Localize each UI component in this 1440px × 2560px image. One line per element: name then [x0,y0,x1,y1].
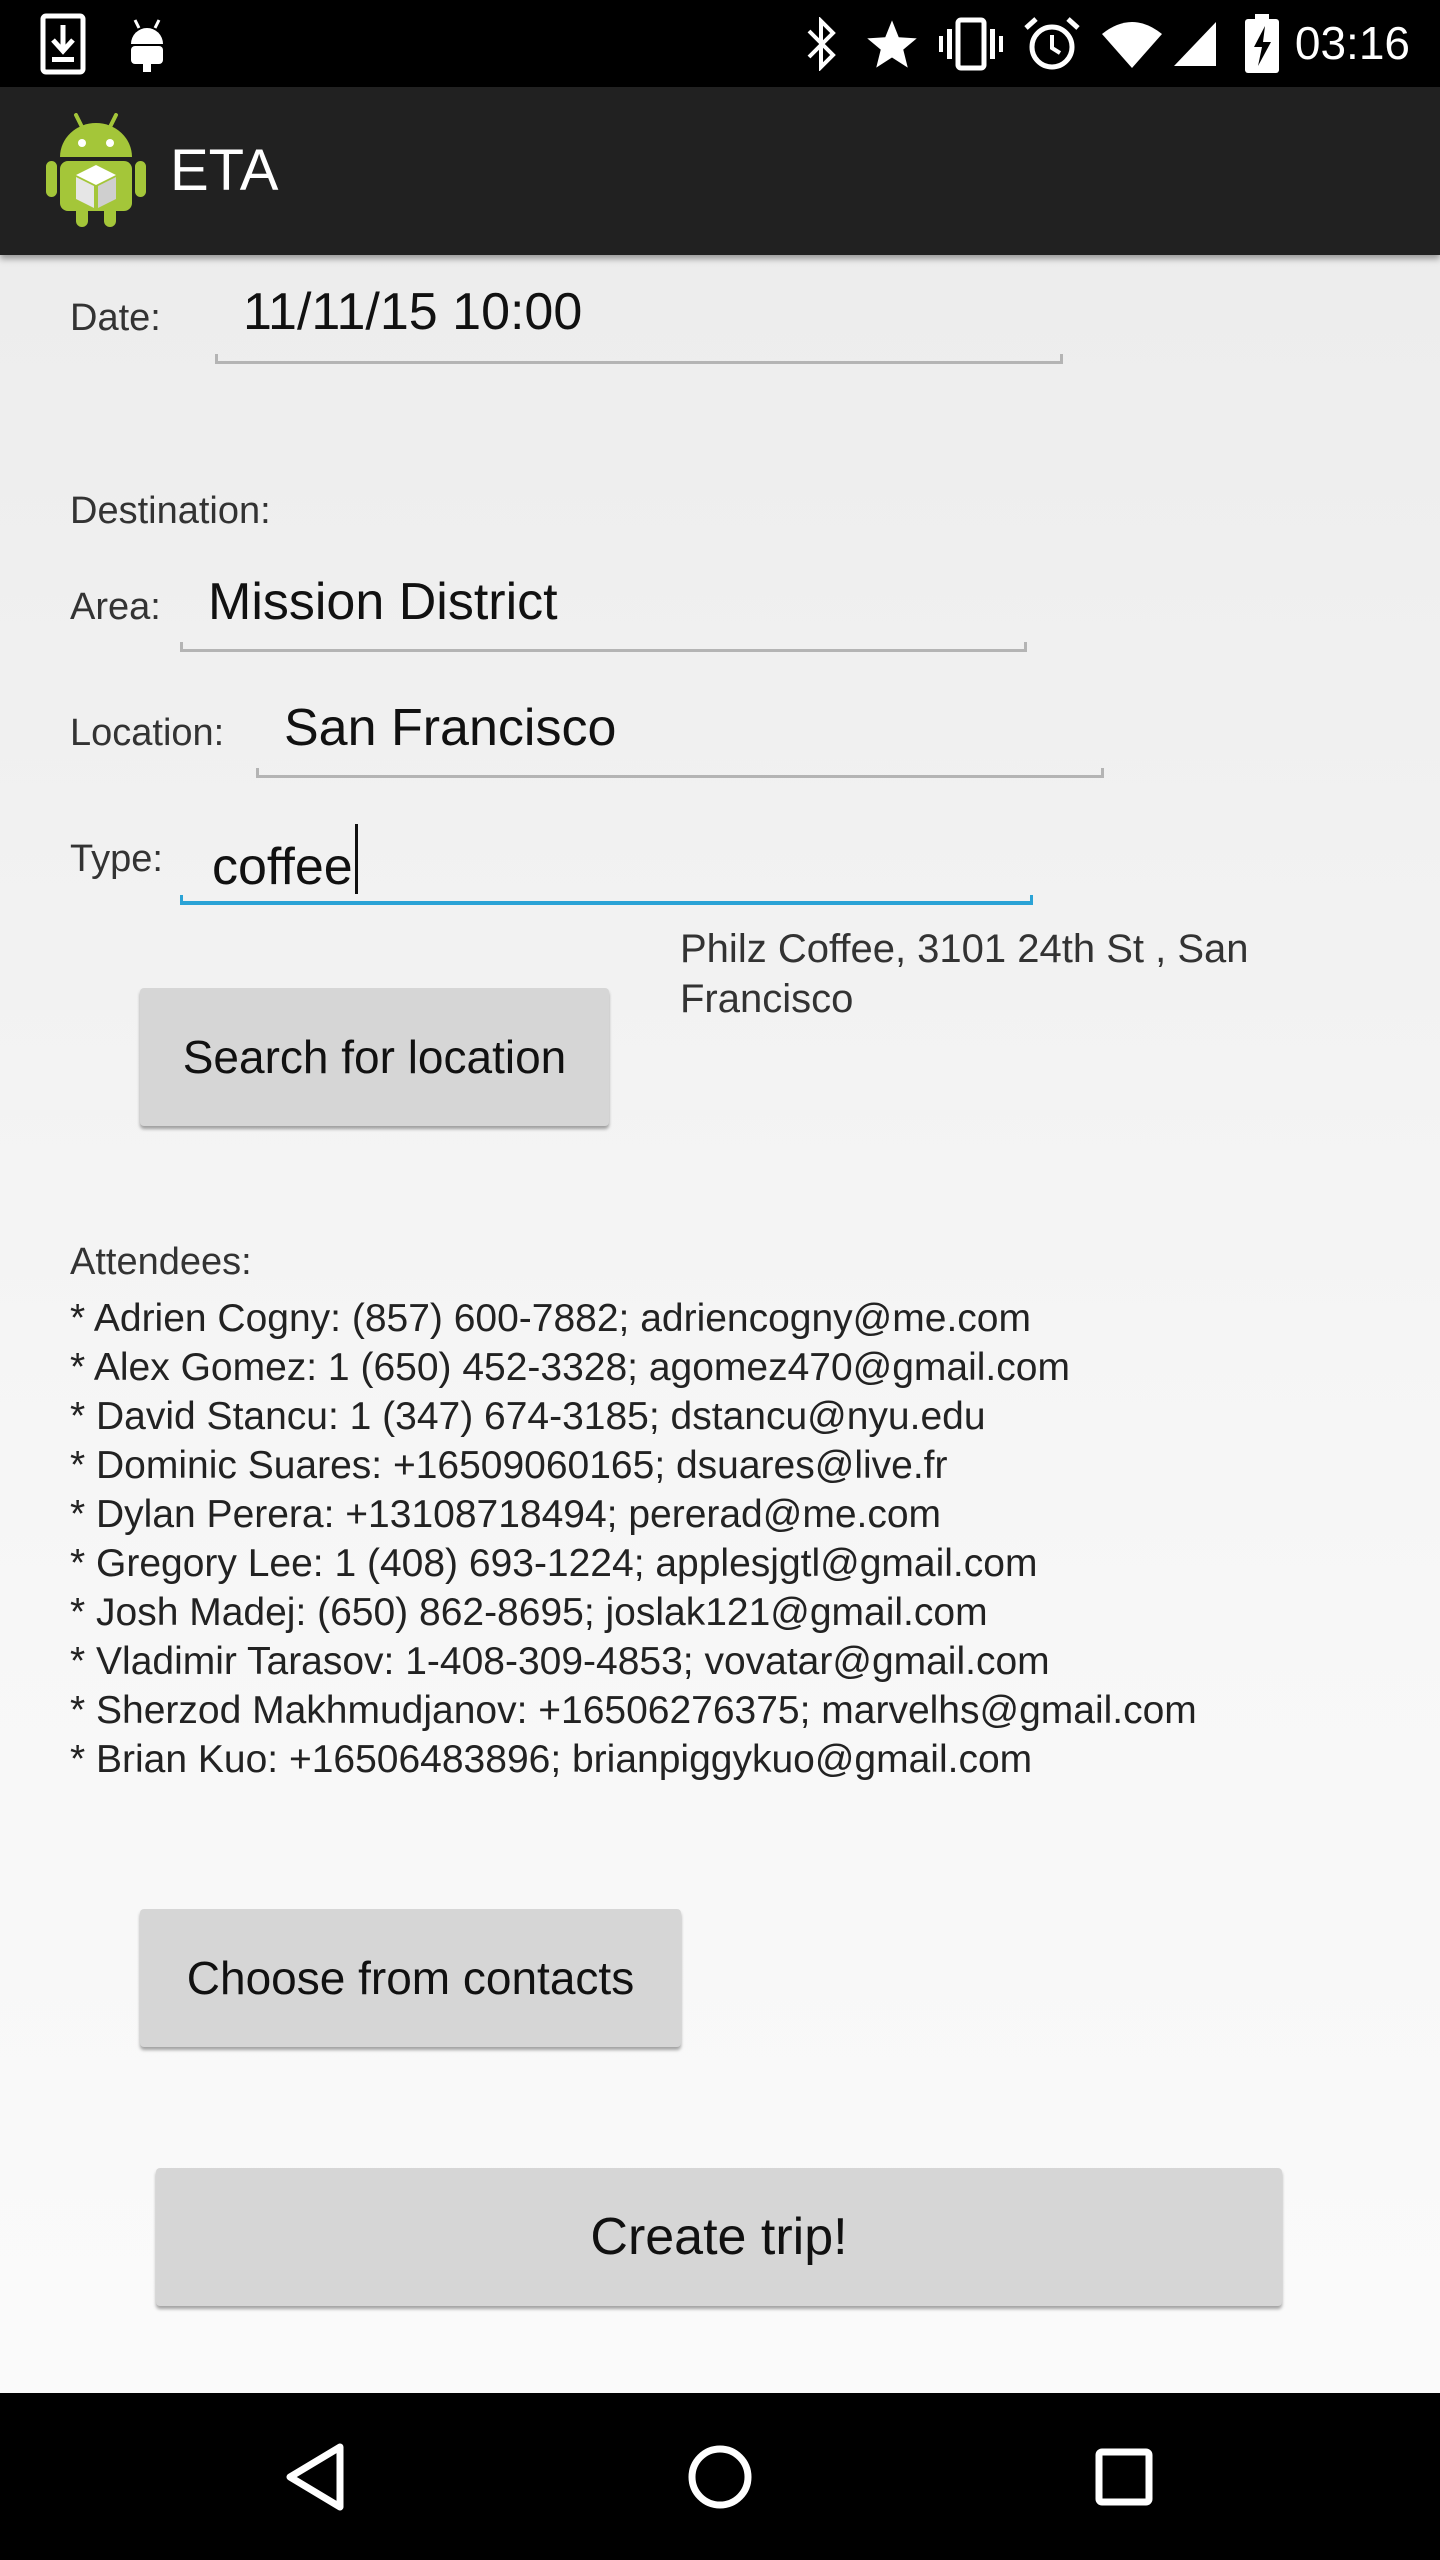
attendee-item: * Sherzod Makhmudjanov: +16506276375; ma… [70,1689,1197,1732]
location-field[interactable]: San Francisco [256,686,1104,778]
date-label: Date: [70,297,161,339]
status-bar: 03:16 [0,0,1440,87]
location-field-underline [256,768,1104,778]
attendee-item: * Josh Madej: (650) 862-8695; joslak121@… [70,1591,988,1634]
attendee-item: * Dylan Perera: +13108718494; pererad@me… [70,1493,942,1536]
vibrate-icon [938,0,1004,87]
type-field-underline [180,895,1033,905]
attendee-item: * Vladimir Tarasov: 1-408-309-4853; vova… [70,1640,1050,1683]
type-field-value: coffee [212,824,358,897]
area-label: Area: [70,586,161,628]
attendees-list: * Adrien Cogny: (857) 600-7882; adrienco… [70,1294,1197,1784]
attendee-item: * Dominic Suares: +16509060165; dsuares@… [70,1444,948,1487]
android-app-icon [46,113,146,229]
action-bar: ETA [0,87,1440,255]
signal-icon [1170,0,1220,87]
android-debug-icon [122,0,172,87]
type-label: Type: [70,838,163,880]
date-field[interactable]: 11/11/15 10:00 [215,272,1063,364]
recents-icon[interactable] [1044,2393,1204,2560]
date-field-underline [215,354,1063,364]
home-icon[interactable] [640,2393,800,2560]
location-label: Location: [70,712,225,754]
area-field[interactable]: Mission District [180,560,1027,652]
location-field-value: San Francisco [284,699,617,757]
location-result-line-2: Francisco [680,977,854,1021]
choose-contacts-button[interactable]: Choose from contacts [140,1909,681,2047]
bluetooth-icon [800,0,844,87]
destination-label: Destination: [70,490,271,532]
type-field-text: coffee [212,838,353,896]
location-result: Philz Coffee, 3101 24th St , San Francis… [680,924,1400,1024]
star-icon [864,0,920,87]
date-field-value: 11/11/15 10:00 [243,283,583,341]
area-field-underline [180,642,1027,652]
attendees-label: Attendees: [70,1241,252,1283]
app-title: ETA [170,138,279,203]
back-icon[interactable] [236,2393,396,2560]
attendee-item: * David Stancu: 1 (347) 674-3185; dstanc… [70,1395,986,1438]
attendee-item: * Adrien Cogny: (857) 600-7882; adrienco… [70,1297,1031,1340]
area-field-value: Mission District [208,573,558,631]
attendee-item: * Gregory Lee: 1 (408) 693-1224; applesj… [70,1542,1038,1585]
status-clock: 03:16 [1294,17,1410,69]
attendee-item: * Brian Kuo: +16506483896; brianpiggykuo… [70,1738,1033,1781]
create-trip-button[interactable]: Create trip! [156,2168,1282,2306]
navigation-bar [0,2393,1440,2560]
type-field[interactable]: coffee [180,810,1033,905]
location-result-line-1: Philz Coffee, 3101 24th St , San [680,927,1249,971]
attendee-item: * Alex Gomez: 1 (650) 452-3328; agomez47… [70,1346,1070,1389]
alarm-icon [1022,0,1082,87]
battery-charging-icon [1240,0,1284,87]
wifi-icon [1100,0,1164,87]
text-cursor [354,824,358,894]
download-icon [38,0,88,87]
search-location-button[interactable]: Search for location [140,988,609,1126]
